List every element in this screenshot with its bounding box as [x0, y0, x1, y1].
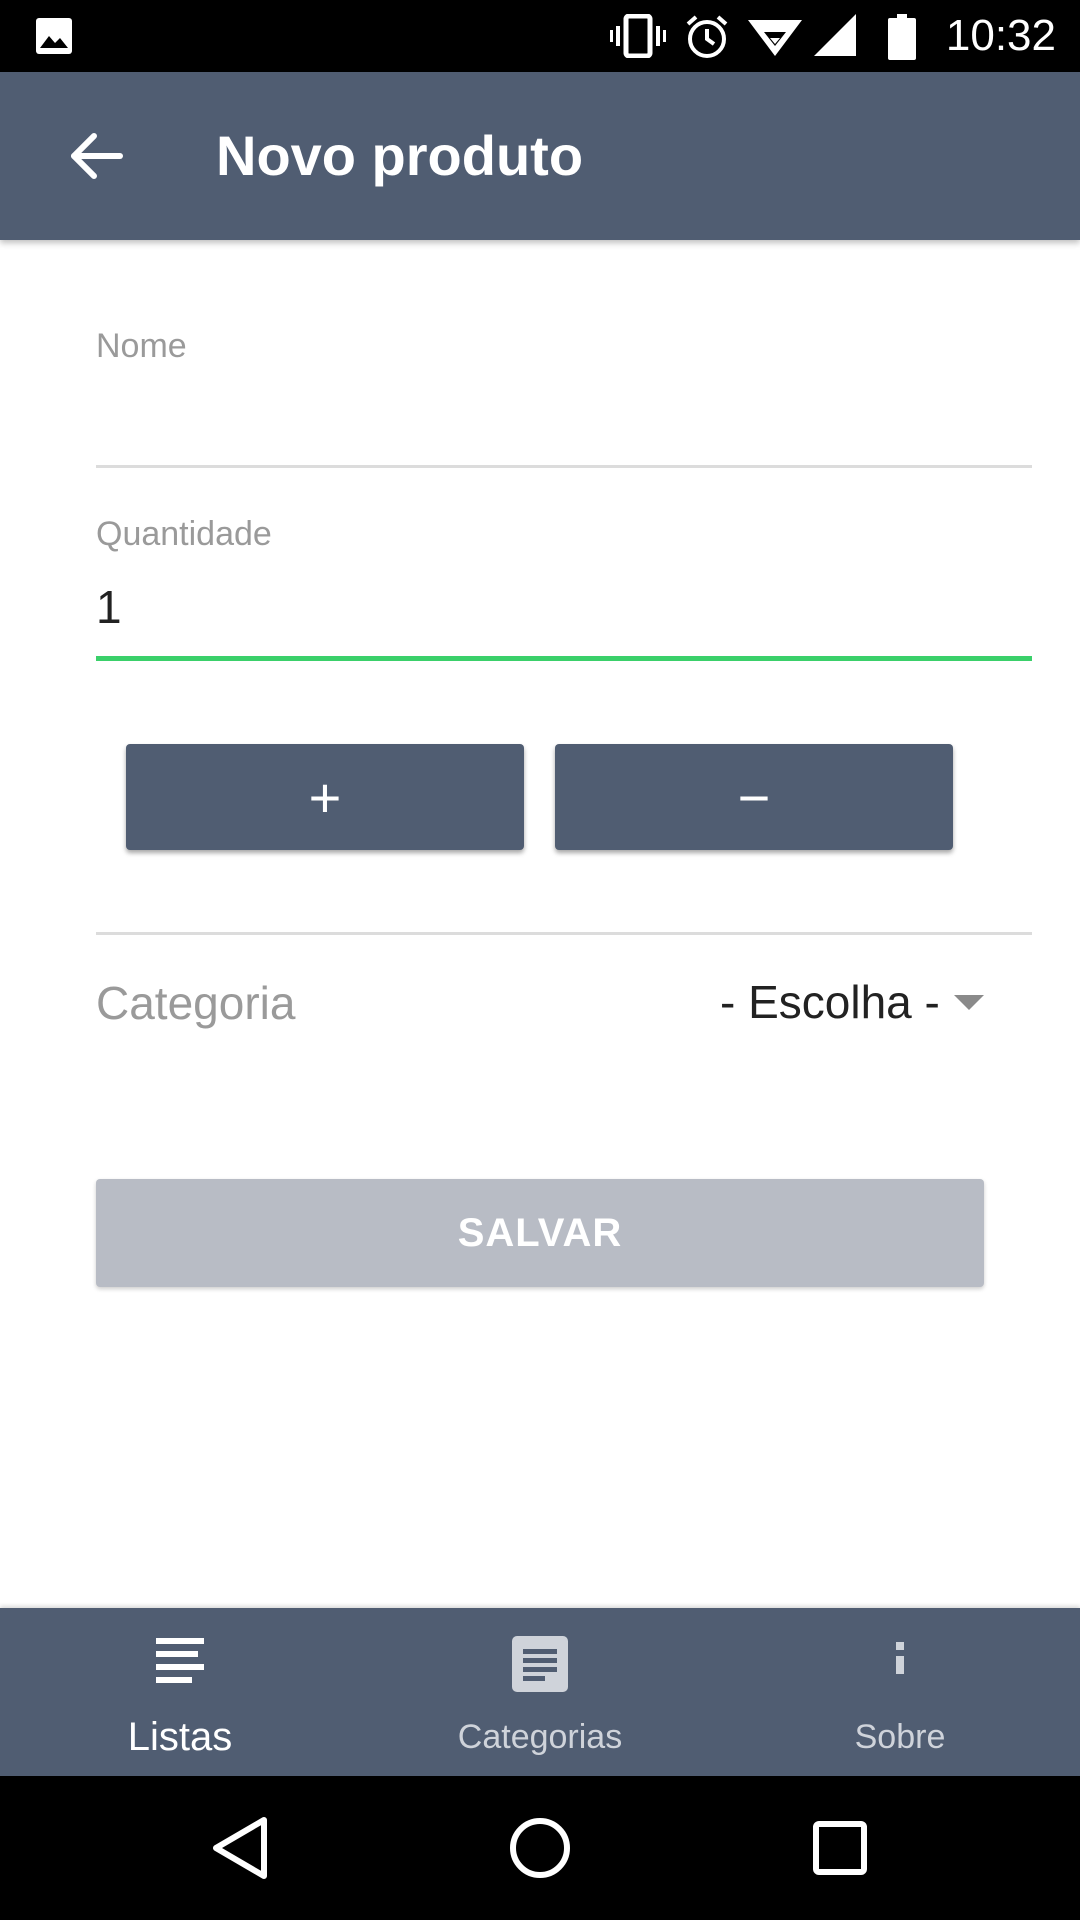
divider	[96, 932, 1032, 935]
quantity-input[interactable]	[96, 572, 1032, 642]
image-icon	[36, 18, 72, 54]
quantity-underline	[96, 656, 1032, 661]
name-underline	[96, 465, 1032, 468]
nav-item-sobre[interactable]: Sobre	[720, 1608, 1080, 1776]
wifi-icon	[748, 20, 802, 56]
nav-label-listas: Listas	[127, 1715, 233, 1759]
status-time: 10:32	[945, 11, 1056, 60]
info-icon	[896, 1642, 904, 1674]
recents-square-icon[interactable]	[800, 1808, 880, 1888]
list-icon	[156, 1638, 204, 1683]
back-triangle-icon[interactable]	[200, 1808, 280, 1888]
home-circle-icon[interactable]	[500, 1808, 580, 1888]
signal-icon	[814, 14, 856, 56]
name-input[interactable]	[96, 382, 1032, 452]
quantity-label: Quantidade	[96, 515, 272, 553]
name-field: Nome	[96, 326, 1032, 468]
category-label: Categoria	[96, 977, 296, 1029]
page-title: Novo produto	[216, 124, 584, 187]
increment-button[interactable]: +	[126, 744, 524, 850]
app-bar: Novo produto	[0, 72, 1080, 240]
decrement-button[interactable]: −	[555, 744, 953, 850]
save-button[interactable]: SALVAR	[96, 1179, 984, 1287]
bottom-nav: Listas Categorias Sobre	[0, 1608, 1080, 1776]
nav-label-categorias: Categorias	[457, 1718, 623, 1756]
nav-item-categorias[interactable]: Categorias	[360, 1608, 720, 1776]
nav-label-sobre: Sobre	[854, 1718, 946, 1756]
document-icon	[512, 1636, 568, 1692]
arrow-back-icon	[71, 133, 123, 179]
status-bar: 10:32	[0, 0, 1080, 72]
alarm-icon	[686, 15, 728, 58]
name-label: Nome	[96, 327, 187, 365]
back-button[interactable]	[56, 116, 136, 196]
dropdown-arrow-icon	[953, 994, 984, 1010]
category-value: - Escolha -	[720, 976, 940, 1028]
system-nav-bar	[0, 1776, 1080, 1920]
nav-item-listas[interactable]: Listas	[0, 1608, 360, 1776]
category-select[interactable]: - Escolha -	[720, 972, 984, 1032]
vibrate-icon	[610, 14, 666, 58]
battery-icon	[888, 14, 916, 60]
quantity-field: Quantidade	[96, 514, 1032, 661]
